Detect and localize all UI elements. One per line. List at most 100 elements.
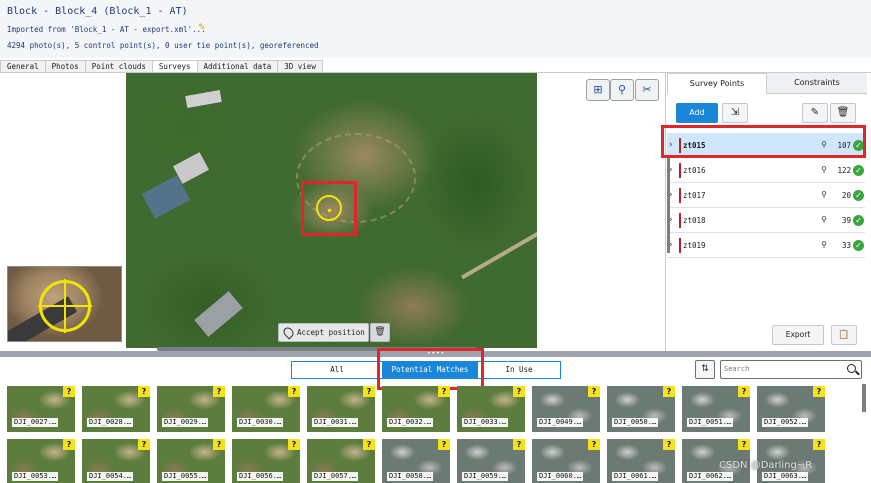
sort-icon[interactable]: ⇅ [695,360,715,379]
photo-thumbnail[interactable]: ? DJI_0057.… [307,439,375,483]
photo-thumbnail[interactable]: ? DJI_0028.… [82,386,150,432]
survey-point-row[interactable]: › zt019 ⚲ 33 ✓ [667,233,865,258]
crosshair-vertical [64,279,66,333]
question-icon: ? [588,439,600,450]
photo-thumbnail[interactable]: ? DJI_0051.… [682,386,750,432]
check-icon: ✓ [853,190,864,201]
thumbnail-label: DJI_0053.… [12,472,59,481]
block-summary: 4294 photo(s), 5 control point(s), 0 use… [7,41,319,50]
watermark: CSDN @Darling~R [719,460,813,471]
photo-thumbnail[interactable]: ? DJI_0061.… [607,439,675,483]
thumbnail-label: DJI_0063.… [762,472,809,481]
tab-additional-data[interactable]: Additional data [196,60,279,72]
photo-thumbnail[interactable]: ? DJI_0032.… [382,386,450,432]
photo-thumbnail[interactable]: ? DJI_0049.… [532,386,600,432]
search-icon[interactable] [847,364,856,373]
question-icon: ? [513,386,525,397]
thumbnail-scrollbar[interactable] [862,384,866,412]
photo-thumbnail[interactable]: ? DJI_0056.… [232,439,300,483]
question-icon: ? [363,386,375,397]
pins-toggle-icon[interactable]: ⚲ [610,79,634,101]
add-button[interactable]: Add [676,103,718,123]
photo-viewer: Accept position 🗑 ⊞ ⚲ ✂ [0,73,665,351]
question-icon: ? [738,439,750,450]
pin-icon: ⚲ [821,190,827,199]
question-icon: ? [588,386,600,397]
tab-surveys[interactable]: Surveys [151,60,198,72]
accept-position-button[interactable]: Accept position [278,323,369,342]
measure-tool-icon[interactable]: ✂ [635,79,659,101]
target-marker-icon[interactable] [316,195,342,221]
question-icon: ? [438,439,450,450]
delete-icon[interactable]: 🗑 [830,103,856,123]
edit-pencil-icon[interactable]: ✎ [198,23,206,33]
photo-thumbnail[interactable]: ? DJI_0060.… [532,439,600,483]
question-icon: ? [663,439,675,450]
survey-point-row[interactable]: › zt016 ⚲ 122 ✓ [667,158,865,183]
edit-icon[interactable]: ✎ [802,103,828,123]
photo-thumbnail[interactable]: ? DJI_0053.… [7,439,75,483]
photo-thumbnail[interactable]: ? DJI_0033.… [457,386,525,432]
tab-constraints[interactable]: Constraints [767,73,867,94]
question-icon: ? [438,386,450,397]
pin-icon: ⚲ [821,215,827,224]
thumbnail-label: DJI_0060.… [537,472,584,481]
photo-thumbnail[interactable]: ? DJI_0059.… [457,439,525,483]
block-header: Block - Block_4 (Block_1 - AT) Imported … [0,0,871,58]
filter-all[interactable]: All [291,361,383,379]
tab-3d-view[interactable]: 3D view [277,60,323,72]
point-color-bar [679,238,681,253]
block-tabs: General Photos Point clouds Surveys Addi… [0,60,323,72]
question-icon: ? [813,439,825,450]
building-roof [185,90,222,108]
list-scrollbar[interactable] [667,158,670,253]
import-source[interactable]: Imported from 'Block_1 - AT - export.xml… [7,25,206,34]
trash-icon[interactable]: 🗑 [370,323,390,342]
survey-point-count: 20 [841,191,851,200]
question-icon: ? [288,386,300,397]
thumbnail-label: DJI_0058.… [387,472,434,481]
tab-general[interactable]: General [0,60,46,72]
photo-thumbnail[interactable]: ? DJI_0029.… [157,386,225,432]
export-button[interactable]: Export [772,325,824,345]
photo-thumbnail[interactable]: ? DJI_0030.… [232,386,300,432]
photo-thumbnail[interactable]: ? DJI_0054.… [82,439,150,483]
question-icon: ? [63,386,75,397]
photo-thumbnail[interactable]: ? DJI_0031.… [307,386,375,432]
accept-position-label: Accept position [297,328,365,337]
tab-photos[interactable]: Photos [44,60,86,72]
survey-point-row[interactable]: › zt018 ⚲ 39 ✓ [667,208,865,233]
thumbnail-label: DJI_0030.… [237,418,284,427]
photo-thumbnail[interactable]: ? DJI_0052.… [757,386,825,432]
zoom-preview [7,266,122,342]
question-icon: ? [738,386,750,397]
question-icon: ? [363,439,375,450]
building-roof [194,291,243,337]
search-placeholder: Search [724,365,750,373]
survey-point-count: 33 [841,241,851,250]
search-input[interactable]: Search [720,360,862,379]
survey-point-name: zt018 [683,216,706,225]
tab-point-clouds[interactable]: Point clouds [84,60,153,72]
import-icon[interactable]: ⇲ [722,103,748,123]
aerial-photo[interactable]: Accept position 🗑 [126,73,537,348]
survey-point-name: zt019 [683,241,706,250]
thumbnail-label: DJI_0049.… [537,418,584,427]
pin-icon: ⚲ [821,240,827,249]
question-icon: ? [663,386,675,397]
photo-thumbnail[interactable]: ? DJI_0050.… [607,386,675,432]
photo-thumbnail[interactable]: ? DJI_0055.… [157,439,225,483]
photo-thumbnail[interactable]: ? DJI_0058.… [382,439,450,483]
thumbnail-label: DJI_0051.… [687,418,734,427]
clipboard-icon[interactable]: 📋 [831,325,857,345]
tab-survey-points[interactable]: Survey Points [667,73,767,94]
survey-point-row[interactable]: › zt017 ⚲ 20 ✓ [667,183,865,208]
thumbnail-label: DJI_0027.… [12,418,59,427]
filter-in-use[interactable]: In Use [477,361,561,379]
question-icon: ? [288,439,300,450]
thumbnail-label: DJI_0028.… [87,418,134,427]
photo-thumbnail[interactable]: ? DJI_0027.… [7,386,75,432]
target-highlight [301,181,357,236]
fit-view-icon[interactable]: ⊞ [586,79,610,101]
survey-point-name: zt016 [683,166,706,175]
